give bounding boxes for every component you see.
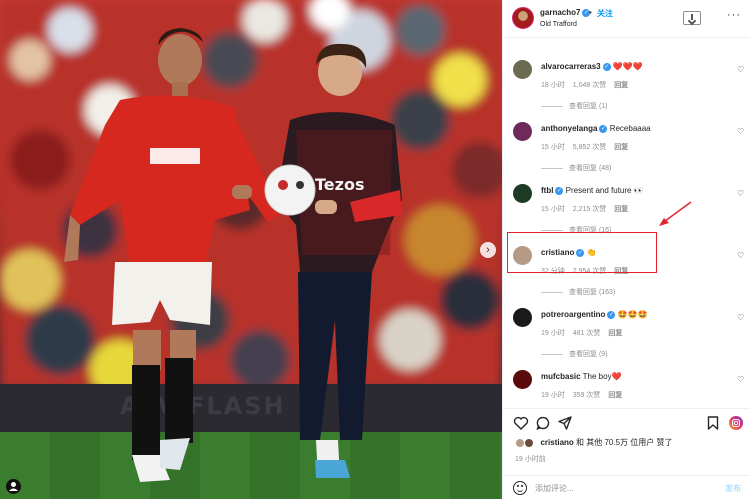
comment-time: 19 小时 [541,392,565,399]
commenter-username[interactable]: anthonyelanga [541,124,597,133]
comment-meta: 15 小时 5,852 次赞 回复 [541,142,636,152]
comment-likes[interactable]: 359 次赞 [573,392,601,399]
follow-button[interactable]: 关注 [597,8,613,19]
comment-text: ftbl ✓ Present and future 👀 [541,186,644,195]
comment-item: potreroargentino ✓ 🤩🤩🤩 19 小时 481 次赞 回复 ♡ 查看回复 … [503,293,750,358]
reply-button[interactable]: 回复 [608,330,622,337]
author-avatar[interactable] [512,7,534,29]
verified-badge-icon: ✓ [555,186,564,195]
commenter-avatar[interactable] [513,370,532,389]
comment-body: Present and future 👀 [565,186,644,195]
liker-avatar [524,437,535,448]
comment-body: ❤️❤️❤️ [612,62,643,71]
post-side-panel: garnacho7 ✓ • 关注 Old Trafford ··· alvaroc… [502,0,750,499]
comments-list[interactable]: alvarocarreras3 ✓ ❤️❤️❤️ 18 小时 1,048 次赞 回复 ♡ 查… [503,38,750,408]
right-player: Tezos [276,43,402,478]
verified-badge-icon: ✓ [599,124,608,133]
post-photo[interactable]: ATV FLASH Tezos › [0,0,502,499]
comment-text: potreroargentino ✓ 🤩🤩🤩 [541,310,648,319]
comment-body: The boy❤️ [582,372,622,381]
post-time: 19 小时前 [515,456,546,463]
comment-text: anthonyelanga ✓ Recebaaaa [541,124,651,133]
add-comment-bar: 发布 [503,475,750,499]
next-image-button[interactable]: › [480,242,496,258]
comment-time: 19 小时 [541,330,565,337]
emoji-icon[interactable] [513,481,527,495]
comment-icon[interactable] [535,415,551,431]
instagram-icon[interactable] [728,415,744,431]
author-username-text: garnacho7 [540,8,581,17]
highlight-box [507,232,657,273]
comment-text: mufcbasic The boy❤️ [541,372,622,381]
commenter-avatar[interactable] [513,308,532,327]
likes-text: 和 其他 70.5万 位用户 赞了 [573,438,673,447]
post-comment-button[interactable]: 发布 [725,483,741,494]
comment-item: ftbl ✓ Present and future 👀 15 小时 2,215 次赞 回… [503,169,750,234]
comment-like-heart-icon[interactable]: ♡ [737,65,744,74]
players-illustration: Tezos [64,28,402,482]
comment-likes[interactable]: 481 次赞 [573,330,601,337]
comment-like-heart-icon[interactable]: ♡ [737,313,744,322]
pointer-arrow [659,201,692,226]
reply-button[interactable]: 回复 [614,144,628,151]
reply-button[interactable]: 回复 [608,392,622,399]
comment-meta: 19 小时 481 次赞 回复 [541,328,630,338]
commenter-username[interactable]: mufcbasic [541,372,581,381]
comment-meta: 19 小时 359 次赞 回复 [541,390,630,400]
reply-button[interactable]: 回复 [614,82,628,89]
comment-input[interactable] [535,481,705,496]
comment-text: alvarocarreras3 ✓ ❤️❤️❤️ [541,62,643,71]
comment-like-heart-icon[interactable]: ♡ [737,189,744,198]
comment-like-heart-icon[interactable]: ♡ [737,251,744,260]
likes-summary[interactable]: cristiano 和 其他 70.5万 位用户 赞了 [515,437,673,448]
bookmark-icon[interactable] [705,415,721,431]
comment-item: anthonyelanga ✓ Recebaaaa 15 小时 5,852 次赞 回复 ♡… [503,107,750,172]
more-options-icon[interactable]: ··· [727,9,741,21]
comment-time: 15 小时 [541,144,565,151]
commenter-username[interactable]: potreroargentino [541,310,605,319]
post-location[interactable]: Old Trafford [540,21,577,28]
comment-item: alvarocarreras3 ✓ ❤️❤️❤️ 18 小时 1,048 次赞 回复 ♡ 查… [503,45,750,110]
post-actions: cristiano 和 其他 70.5万 位用户 赞了 19 小时前 发布 [503,408,750,499]
verified-badge-icon: ✓ [602,62,611,71]
comment-time: 15 小时 [541,206,565,213]
share-send-icon[interactable] [557,415,573,431]
comment-body: 🤩🤩🤩 [617,310,648,319]
svg-text:Tezos: Tezos [315,175,364,194]
like-heart-icon[interactable] [513,415,529,431]
person-icon [9,482,18,491]
separator-dot: • [589,8,592,17]
comment-body: Recebaaaa [609,124,651,133]
user-tags-button[interactable] [6,479,21,494]
download-icon[interactable] [683,11,701,25]
comment-meta: 18 小时 1,048 次赞 回复 [541,80,636,90]
comment-like-heart-icon[interactable]: ♡ [737,375,744,384]
author-username[interactable]: garnacho7 ✓ [540,8,591,17]
football [264,164,316,216]
comment-likes[interactable]: 5,852 次赞 [573,144,606,151]
commenter-avatar[interactable] [513,122,532,141]
comment-like-heart-icon[interactable]: ♡ [737,127,744,136]
comment-time: 18 小时 [541,82,565,89]
likes-username[interactable]: cristiano [540,438,573,447]
post-header: garnacho7 ✓ • 关注 Old Trafford ··· [503,0,750,38]
commenter-avatar[interactable] [513,60,532,79]
verified-badge-icon: ✓ [607,310,616,319]
commenter-avatar[interactable] [513,184,532,203]
commenter-username[interactable]: alvarocarreras3 [541,62,601,71]
left-player [64,28,282,482]
reply-button[interactable]: 回复 [614,206,628,213]
commenter-username[interactable]: ftbl [541,186,553,195]
comment-likes[interactable]: 2,215 次赞 [573,206,606,213]
comment-likes[interactable]: 1,048 次赞 [573,82,606,89]
comment-meta: 15 小时 2,215 次赞 回复 [541,204,636,214]
